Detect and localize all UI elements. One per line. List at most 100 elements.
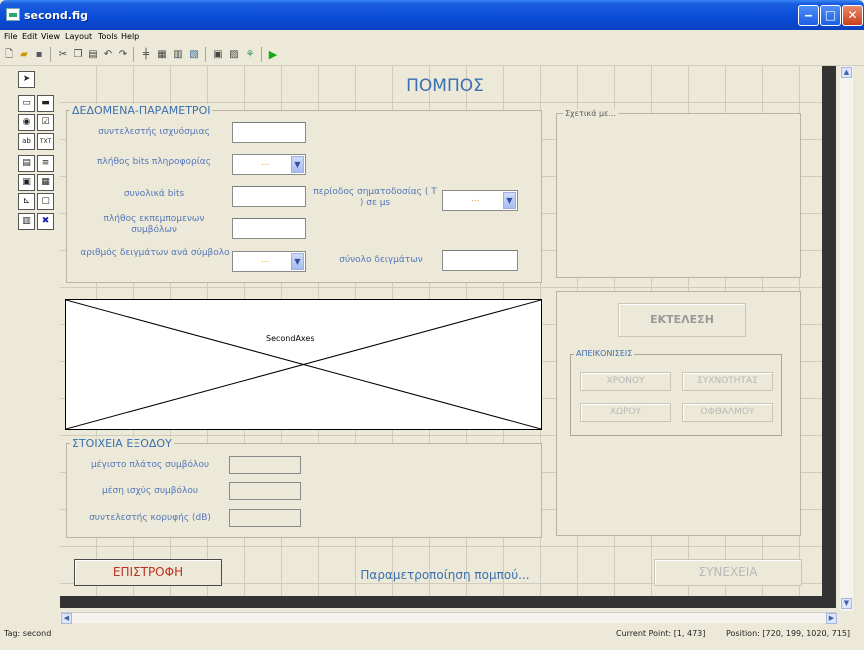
scroll-up-icon[interactable]: ▲ (841, 67, 852, 78)
eye-button[interactable]: ΟΦΘΑΛΜΟΥ (682, 403, 773, 422)
samples-per-symbol-popup[interactable]: ... ▼ (232, 251, 306, 272)
menu-view[interactable]: View (41, 32, 60, 41)
minimize-icon[interactable]: ‒ (798, 5, 819, 26)
max-amplitude-field[interactable] (229, 456, 301, 474)
toolbar-separator (261, 47, 262, 62)
status-message: Παραμετροποίηση πομπού... (360, 568, 530, 582)
button-group-tool-icon[interactable]: ▥ (18, 213, 35, 230)
run-button[interactable]: ΕΚΤΕΛΕΣΗ (618, 303, 746, 337)
chevron-down-icon: ▼ (503, 192, 516, 209)
time-button[interactable]: ΧΡΟΝΟΥ (580, 372, 671, 391)
toolbar-separator (205, 47, 206, 62)
canvas-edge (60, 596, 836, 608)
params-panel-title: ΔΕΔΟΜΕΝΑ-ΠΑΡΑΜΕΤΡΟΙ (70, 104, 213, 117)
edit-text-tool-icon[interactable]: ab (18, 133, 35, 150)
toolbar-editor-icon[interactable]: ▧ (187, 48, 201, 61)
menu-help[interactable]: Help (121, 32, 139, 41)
open-icon[interactable]: ▰ (17, 48, 31, 61)
toolbar-separator (133, 47, 134, 62)
mean-power-label: μέση ισχύς συμβόλου (101, 486, 199, 496)
static-text-tool-icon[interactable]: TXT (37, 133, 54, 150)
redo-icon[interactable]: ↷ (116, 48, 130, 61)
activex-tool-icon[interactable]: ✖ (37, 213, 54, 230)
checkbox-tool-icon[interactable]: ☑ (37, 114, 54, 131)
total-samples-label: σύνολο δειγμάτων (339, 255, 423, 265)
panel-tool-icon[interactable]: ▢ (37, 193, 54, 210)
about-panel[interactable] (556, 113, 801, 278)
display-group[interactable] (570, 354, 782, 436)
coeff-label: συντελεστής ισχυόσμιας (98, 127, 210, 137)
close-icon[interactable]: ✕ (842, 5, 863, 26)
align-icon[interactable]: ╪ (139, 48, 153, 61)
tab-order-icon[interactable]: ▥ (171, 48, 185, 61)
select-tool-icon[interactable]: ➤ (18, 71, 35, 88)
scroll-left-icon[interactable]: ◀ (61, 613, 72, 624)
menu-editor-icon[interactable]: ▦ (155, 48, 169, 61)
crest-factor-field[interactable] (229, 509, 301, 527)
slider-tool-icon[interactable]: ▬ (37, 95, 54, 112)
horizontal-scrollbar[interactable] (60, 612, 836, 623)
cut-icon[interactable]: ✂ (56, 48, 70, 61)
scroll-right-icon[interactable]: ▶ (826, 613, 837, 624)
page-title: ΠΟΜΠΟΣ (406, 76, 484, 96)
bits-info-label: πλήθος bits πληροφορίας (97, 157, 211, 167)
save-icon[interactable]: ▪ (32, 48, 46, 61)
display-group-title: ΑΠΕΙΚΟΝΙΣΕΙΣ (574, 349, 635, 358)
canvas-edge (822, 66, 836, 600)
radio-button-tool-icon[interactable]: ◉ (18, 114, 35, 131)
period-popup[interactable]: ... ▼ (442, 190, 518, 211)
total-samples-field[interactable] (442, 250, 518, 271)
period-label: περίοδος σηματοδοσίας ( T ) σε μs (313, 187, 437, 208)
copy-icon[interactable]: ❐ (71, 48, 85, 61)
title-bar (0, 0, 864, 30)
symbols-label: πλήθος εκπεμπομενων συμβόλων (103, 214, 205, 235)
second-axes[interactable]: SecondAxes (65, 299, 542, 430)
listbox-tool-icon[interactable]: ≡ (37, 155, 54, 172)
tag-readout: Tag: second (4, 629, 52, 638)
axes-tool-icon[interactable]: ⊾ (18, 193, 35, 210)
popup-menu-tool-icon[interactable]: ▤ (18, 155, 35, 172)
popup-value: ... (261, 158, 270, 168)
frequency-button[interactable]: ΣΥΧΝΟΤΗΤΑΣ (682, 372, 773, 391)
next-button[interactable]: ΣΥΝΕΧΕΙΑ (654, 559, 802, 586)
output-panel-title: ΣΤΟΙΧΕΙΑ ΕΞΟΔΟΥ (70, 437, 174, 450)
guide-app-icon (6, 8, 20, 21)
popup-value: ... (471, 194, 480, 204)
back-button[interactable]: ΕΠΙΣΤΡΟΦΗ (74, 559, 222, 586)
vertical-scrollbar[interactable] (840, 66, 853, 611)
undo-icon[interactable]: ↶ (101, 48, 115, 61)
menu-file[interactable]: File (4, 32, 17, 41)
object-browser-icon[interactable]: ⚘ (243, 48, 257, 61)
chevron-down-icon: ▼ (291, 253, 304, 270)
property-inspector-icon[interactable]: ▨ (227, 48, 241, 61)
total-bits-label: συνολικά bits (123, 189, 185, 199)
axes-placeholder-cross (66, 300, 541, 429)
toolbar-separator (50, 47, 51, 62)
window-title: second.fig (24, 9, 88, 22)
chevron-down-icon: ▼ (291, 156, 304, 173)
table-tool-icon[interactable]: ▦ (37, 174, 54, 191)
scroll-down-icon[interactable]: ▼ (841, 598, 852, 609)
max-amplitude-label: μέγιστο πλάτος συμβόλου (90, 460, 210, 470)
maximize-icon[interactable]: □ (820, 5, 841, 26)
popup-value: ... (261, 255, 270, 265)
menu-edit[interactable]: Edit (22, 32, 38, 41)
crest-factor-label: συντελεστής κορυφής (dB) (89, 513, 211, 523)
axes-label: SecondAxes (266, 334, 315, 343)
run-icon[interactable]: ▶ (266, 48, 280, 61)
mean-power-field[interactable] (229, 482, 301, 500)
mfile-editor-icon[interactable]: ▣ (211, 48, 225, 61)
coeff-field[interactable] (232, 122, 306, 143)
space-button[interactable]: ΧΩΡΟΥ (580, 403, 671, 422)
total-bits-field[interactable] (232, 186, 306, 207)
menu-layout[interactable]: Layout (65, 32, 92, 41)
about-panel-title: Σχετικά με... (563, 109, 619, 118)
menu-tools[interactable]: Tools (98, 32, 118, 41)
new-icon[interactable]: 🗋 (2, 48, 16, 61)
push-button-tool-icon[interactable]: ▭ (18, 95, 35, 112)
paste-icon[interactable]: ▤ (86, 48, 100, 61)
symbols-field[interactable] (232, 218, 306, 239)
bits-info-popup[interactable]: ... ▼ (232, 154, 306, 175)
toggle-button-tool-icon[interactable]: ▣ (18, 174, 35, 191)
current-point-readout: Current Point: [1, 473] (616, 629, 706, 638)
